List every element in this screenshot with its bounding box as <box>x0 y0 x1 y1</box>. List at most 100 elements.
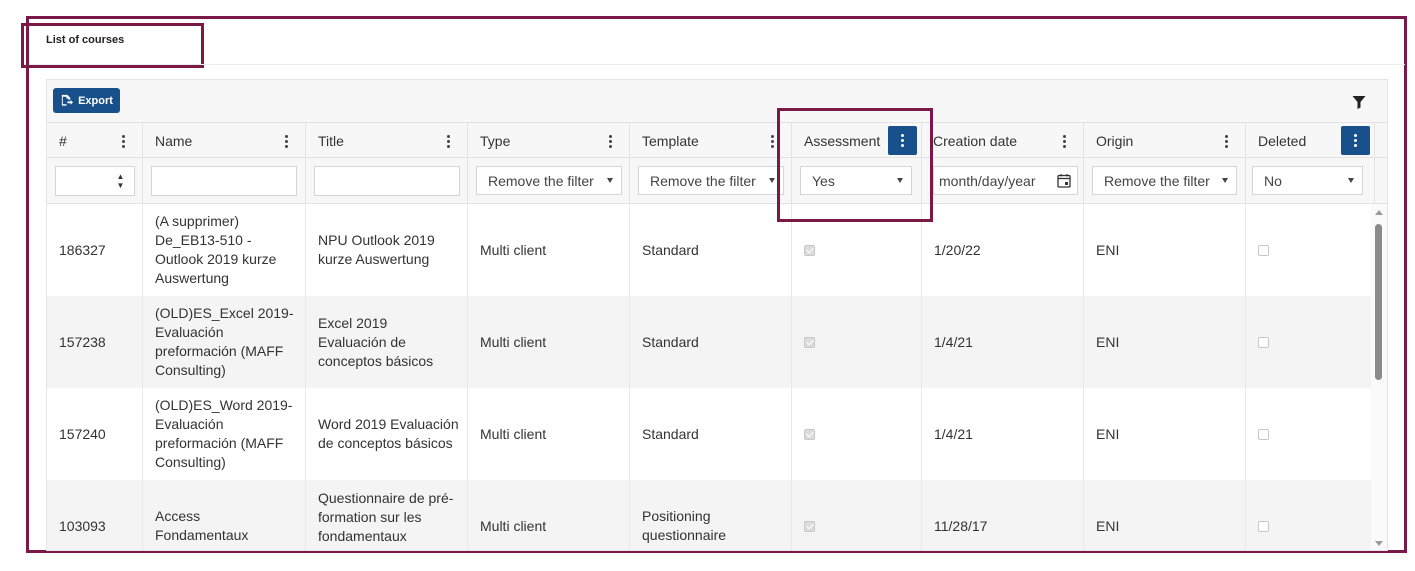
title-filter-input[interactable] <box>314 166 460 196</box>
cell-name: Access Fondamentaux <box>143 480 306 550</box>
scroll-down-icon[interactable] <box>1375 541 1383 546</box>
scroll-up-icon[interactable] <box>1375 210 1383 215</box>
stepper-down-icon[interactable]: ▼ <box>117 181 125 190</box>
assessment-checkbox <box>804 428 815 440</box>
column-menu-icon[interactable] <box>114 132 132 150</box>
assessment-checkbox <box>804 336 815 348</box>
cell-name: (OLD)ES_Word 2019- Evaluación preformaci… <box>143 388 306 480</box>
table-row[interactable]: 103093 Access Fondamentaux Questionnaire… <box>47 480 1373 550</box>
column-header-title[interactable]: Title <box>306 123 468 158</box>
caret-down-icon <box>1222 178 1228 183</box>
column-header-type[interactable]: Type <box>468 123 630 158</box>
table-row[interactable]: 157240 (OLD)ES_Word 2019- Evaluación pre… <box>47 388 1373 480</box>
template-filter-select[interactable]: Remove the filter <box>638 166 784 195</box>
calendar-icon[interactable] <box>1057 173 1071 188</box>
column-header-assessment[interactable]: Assessment <box>792 123 922 158</box>
filter-cell-title <box>306 158 468 204</box>
column-header-origin[interactable]: Origin <box>1084 123 1246 158</box>
filter-cell-type: Remove the filter <box>468 158 630 204</box>
cell-title: NPU Outlook 2019 kurze Auswertung <box>306 204 468 296</box>
cell-origin: ENI <box>1084 204 1246 296</box>
column-menu-icon[interactable] <box>277 132 295 150</box>
filter-cell-deleted: No <box>1246 158 1375 204</box>
name-filter-input[interactable] <box>151 166 297 196</box>
cell-id: 186327 <box>47 204 143 296</box>
cell-origin: ENI <box>1084 388 1246 480</box>
grid-toolbar: Export <box>47 80 1387 123</box>
filter-cell-assessment: Yes <box>792 158 922 204</box>
assessment-checkbox <box>804 520 815 532</box>
filter-cell-name <box>143 158 306 204</box>
cell-id: 103093 <box>47 480 143 550</box>
funnel-icon[interactable] <box>1351 94 1367 110</box>
vertical-scrollbar[interactable] <box>1371 204 1387 550</box>
creation-date-filter-input[interactable]: month/day/year <box>933 166 1078 195</box>
column-menu-icon[interactable] <box>1217 132 1235 150</box>
cell-type: Multi client <box>468 204 630 296</box>
header-row: # Name Title Type Template Assessment Cr… <box>47 123 1387 158</box>
cell-origin: ENI <box>1084 480 1246 550</box>
grid-body: 186327 (A supprimer) De_EB13-510 - Outlo… <box>47 204 1373 550</box>
cell-creation-date: 1/4/21 <box>922 296 1084 388</box>
column-header-id[interactable]: # <box>47 123 143 158</box>
cell-deleted <box>1246 204 1373 296</box>
cell-name: (OLD)ES_Excel 2019- Evaluación preformac… <box>143 296 306 388</box>
column-header-deleted[interactable]: Deleted <box>1246 123 1375 158</box>
cell-id: 157240 <box>47 388 143 480</box>
cell-assessment <box>792 480 922 550</box>
column-header-name[interactable]: Name <box>143 123 306 158</box>
column-menu-icon[interactable] <box>439 132 457 150</box>
cell-id: 157238 <box>47 296 143 388</box>
cell-template: Positioning questionnaire <box>630 480 792 550</box>
column-header-template[interactable]: Template <box>630 123 792 158</box>
stepper-up-icon[interactable]: ▲ <box>117 172 125 181</box>
cell-deleted <box>1246 388 1373 480</box>
filter-cell-creation-date: month/day/year <box>922 158 1084 204</box>
title-separator <box>29 64 1405 65</box>
filter-row: ▲ ▼ Remove the filter Remove the filter … <box>47 158 1387 204</box>
caret-down-icon <box>607 178 613 183</box>
cell-template: Standard <box>630 204 792 296</box>
deleted-checkbox <box>1258 336 1269 348</box>
table-row[interactable]: 157238 (OLD)ES_Excel 2019- Evaluación pr… <box>47 296 1373 388</box>
type-filter-select[interactable]: Remove the filter <box>476 166 622 195</box>
cell-title: Word 2019 Evaluación de conceptos básico… <box>306 388 468 480</box>
column-menu-icon-active[interactable] <box>888 126 917 155</box>
cell-type: Multi client <box>468 296 630 388</box>
caret-down-icon <box>769 178 775 183</box>
id-filter-input[interactable] <box>55 166 109 196</box>
deleted-checkbox <box>1258 428 1269 440</box>
column-menu-icon-active[interactable] <box>1341 126 1370 155</box>
filter-cell-template: Remove the filter <box>630 158 792 204</box>
cell-origin: ENI <box>1084 296 1246 388</box>
table-row[interactable]: 186327 (A supprimer) De_EB13-510 - Outlo… <box>47 204 1373 296</box>
cell-type: Multi client <box>468 388 630 480</box>
column-menu-icon[interactable] <box>763 132 781 150</box>
cell-deleted <box>1246 480 1373 550</box>
deleted-checkbox <box>1258 520 1269 532</box>
column-menu-icon[interactable] <box>601 132 619 150</box>
page-title: List of courses <box>46 34 125 46</box>
export-label: Export <box>78 94 113 107</box>
assessment-filter-select[interactable]: Yes <box>800 166 912 195</box>
deleted-filter-select[interactable]: No <box>1252 166 1363 195</box>
courses-grid: Export # Name Title Type Template Assess… <box>46 79 1388 551</box>
cell-assessment <box>792 204 922 296</box>
export-icon <box>61 94 74 106</box>
cell-template: Standard <box>630 296 792 388</box>
origin-filter-select[interactable]: Remove the filter <box>1092 166 1237 195</box>
id-filter-stepper[interactable]: ▲ ▼ <box>107 166 135 196</box>
cell-template: Standard <box>630 388 792 480</box>
filter-cell-id: ▲ ▼ <box>47 158 143 204</box>
export-button[interactable]: Export <box>53 88 120 113</box>
cell-title: Excel 2019 Evaluación de conceptos básic… <box>306 296 468 388</box>
column-header-creation-date[interactable]: Creation date <box>922 123 1084 158</box>
column-menu-icon[interactable] <box>1055 132 1073 150</box>
cell-creation-date: 11/28/17 <box>922 480 1084 550</box>
cell-deleted <box>1246 296 1373 388</box>
cell-creation-date: 1/4/21 <box>922 388 1084 480</box>
cell-assessment <box>792 388 922 480</box>
scroll-thumb[interactable] <box>1375 224 1382 380</box>
cell-assessment <box>792 296 922 388</box>
cell-type: Multi client <box>468 480 630 550</box>
